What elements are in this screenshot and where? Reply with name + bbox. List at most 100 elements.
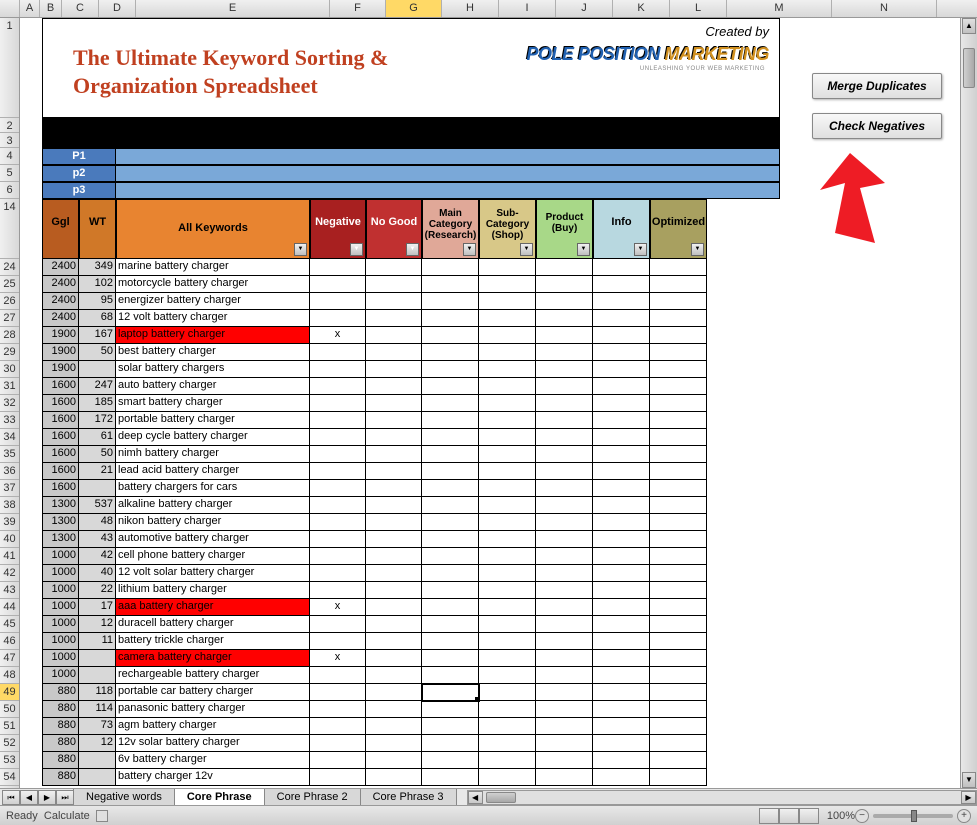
cell[interactable] (536, 735, 593, 752)
cell[interactable] (310, 276, 366, 293)
cell[interactable] (479, 276, 536, 293)
cell[interactable] (650, 361, 707, 378)
cell[interactable] (593, 446, 650, 463)
cell[interactable]: 43 (79, 531, 116, 548)
cell[interactable] (422, 548, 479, 565)
cell[interactable] (310, 259, 366, 276)
cell[interactable] (536, 701, 593, 718)
cell[interactable]: 42 (79, 548, 116, 565)
cell[interactable]: motorcycle battery charger (116, 276, 310, 293)
column-header[interactable]: B (40, 0, 62, 17)
column-header[interactable]: I (499, 0, 556, 17)
cell[interactable]: lead acid battery charger (116, 463, 310, 480)
column-header[interactable]: F (330, 0, 386, 17)
cell[interactable] (650, 412, 707, 429)
cell[interactable] (536, 412, 593, 429)
cell[interactable] (479, 718, 536, 735)
cell[interactable] (422, 582, 479, 599)
column-header[interactable]: E (136, 0, 330, 17)
cell[interactable] (593, 310, 650, 327)
row-header[interactable]: 26 (0, 293, 19, 310)
filter-icon[interactable]: ▼ (406, 243, 419, 256)
cell[interactable] (593, 344, 650, 361)
cell[interactable]: camera battery charger (116, 650, 310, 667)
zoom-level[interactable]: 100% (827, 810, 855, 822)
cell[interactable]: 1600 (42, 463, 79, 480)
cell[interactable] (310, 701, 366, 718)
cell[interactable]: 2400 (42, 276, 79, 293)
select-all-corner[interactable] (0, 0, 20, 17)
cell[interactable] (366, 701, 422, 718)
cell[interactable]: auto battery charger (116, 378, 310, 395)
cell[interactable] (366, 310, 422, 327)
cell[interactable] (79, 752, 116, 769)
cell[interactable] (593, 667, 650, 684)
cell[interactable]: deep cycle battery charger (116, 429, 310, 446)
cell[interactable]: 1900 (42, 327, 79, 344)
cell[interactable]: rechargeable battery charger (116, 667, 310, 684)
row-header[interactable]: 45 (0, 616, 19, 633)
row-header[interactable]: 24 (0, 259, 19, 276)
p3-cell[interactable] (116, 182, 780, 199)
cell[interactable] (593, 429, 650, 446)
cell[interactable] (536, 276, 593, 293)
row-header[interactable]: 46 (0, 633, 19, 650)
cell[interactable]: 21 (79, 463, 116, 480)
p2-label[interactable]: p2 (42, 165, 116, 182)
cell[interactable] (650, 429, 707, 446)
cell[interactable] (422, 497, 479, 514)
merge-duplicates-button[interactable]: Merge Duplicates (812, 73, 942, 99)
cell[interactable] (310, 293, 366, 310)
cell[interactable] (650, 276, 707, 293)
cell[interactable] (479, 769, 536, 786)
cell[interactable]: 11 (79, 633, 116, 650)
cell[interactable] (479, 565, 536, 582)
cell[interactable] (479, 293, 536, 310)
cell[interactable] (422, 463, 479, 480)
cell[interactable] (310, 480, 366, 497)
cell[interactable] (422, 276, 479, 293)
cell[interactable]: 1000 (42, 599, 79, 616)
cell[interactable] (479, 429, 536, 446)
cell[interactable] (422, 480, 479, 497)
row-header[interactable]: 5 (0, 165, 19, 182)
cell[interactable] (310, 769, 366, 786)
cell[interactable] (593, 752, 650, 769)
cell[interactable] (310, 310, 366, 327)
cell[interactable] (650, 463, 707, 480)
cell[interactable] (479, 582, 536, 599)
cell[interactable]: agm battery charger (116, 718, 310, 735)
filter-icon[interactable]: ▼ (350, 243, 363, 256)
cell[interactable] (366, 259, 422, 276)
cell[interactable]: 95 (79, 293, 116, 310)
cell[interactable]: 1600 (42, 446, 79, 463)
tab-nav-next-icon[interactable]: ▶ (38, 790, 56, 805)
cell[interactable]: aaa battery charger (116, 599, 310, 616)
row-header[interactable]: 35 (0, 446, 19, 463)
cell[interactable]: panasonic battery charger (116, 701, 310, 718)
zoom-out-icon[interactable]: − (855, 809, 869, 823)
cell[interactable] (366, 327, 422, 344)
cell[interactable] (479, 684, 536, 701)
cell[interactable]: 537 (79, 497, 116, 514)
cell[interactable]: portable car battery charger (116, 684, 310, 701)
cell[interactable] (479, 480, 536, 497)
cell[interactable]: 247 (79, 378, 116, 395)
cell[interactable] (422, 752, 479, 769)
cell[interactable] (479, 463, 536, 480)
cell[interactable] (422, 327, 479, 344)
cell[interactable] (310, 446, 366, 463)
cell[interactable]: nikon battery charger (116, 514, 310, 531)
cell[interactable] (366, 582, 422, 599)
cell[interactable] (650, 735, 707, 752)
cell[interactable]: 12 (79, 735, 116, 752)
row-header[interactable]: 42 (0, 565, 19, 582)
row-header[interactable]: 50 (0, 701, 19, 718)
cell[interactable] (593, 514, 650, 531)
row-header[interactable]: 53 (0, 752, 19, 769)
cell[interactable] (536, 531, 593, 548)
view-normal-icon[interactable] (759, 808, 779, 824)
p1-label[interactable]: P1 (42, 148, 116, 165)
cell[interactable] (536, 463, 593, 480)
row-header[interactable]: 14 (0, 199, 19, 259)
